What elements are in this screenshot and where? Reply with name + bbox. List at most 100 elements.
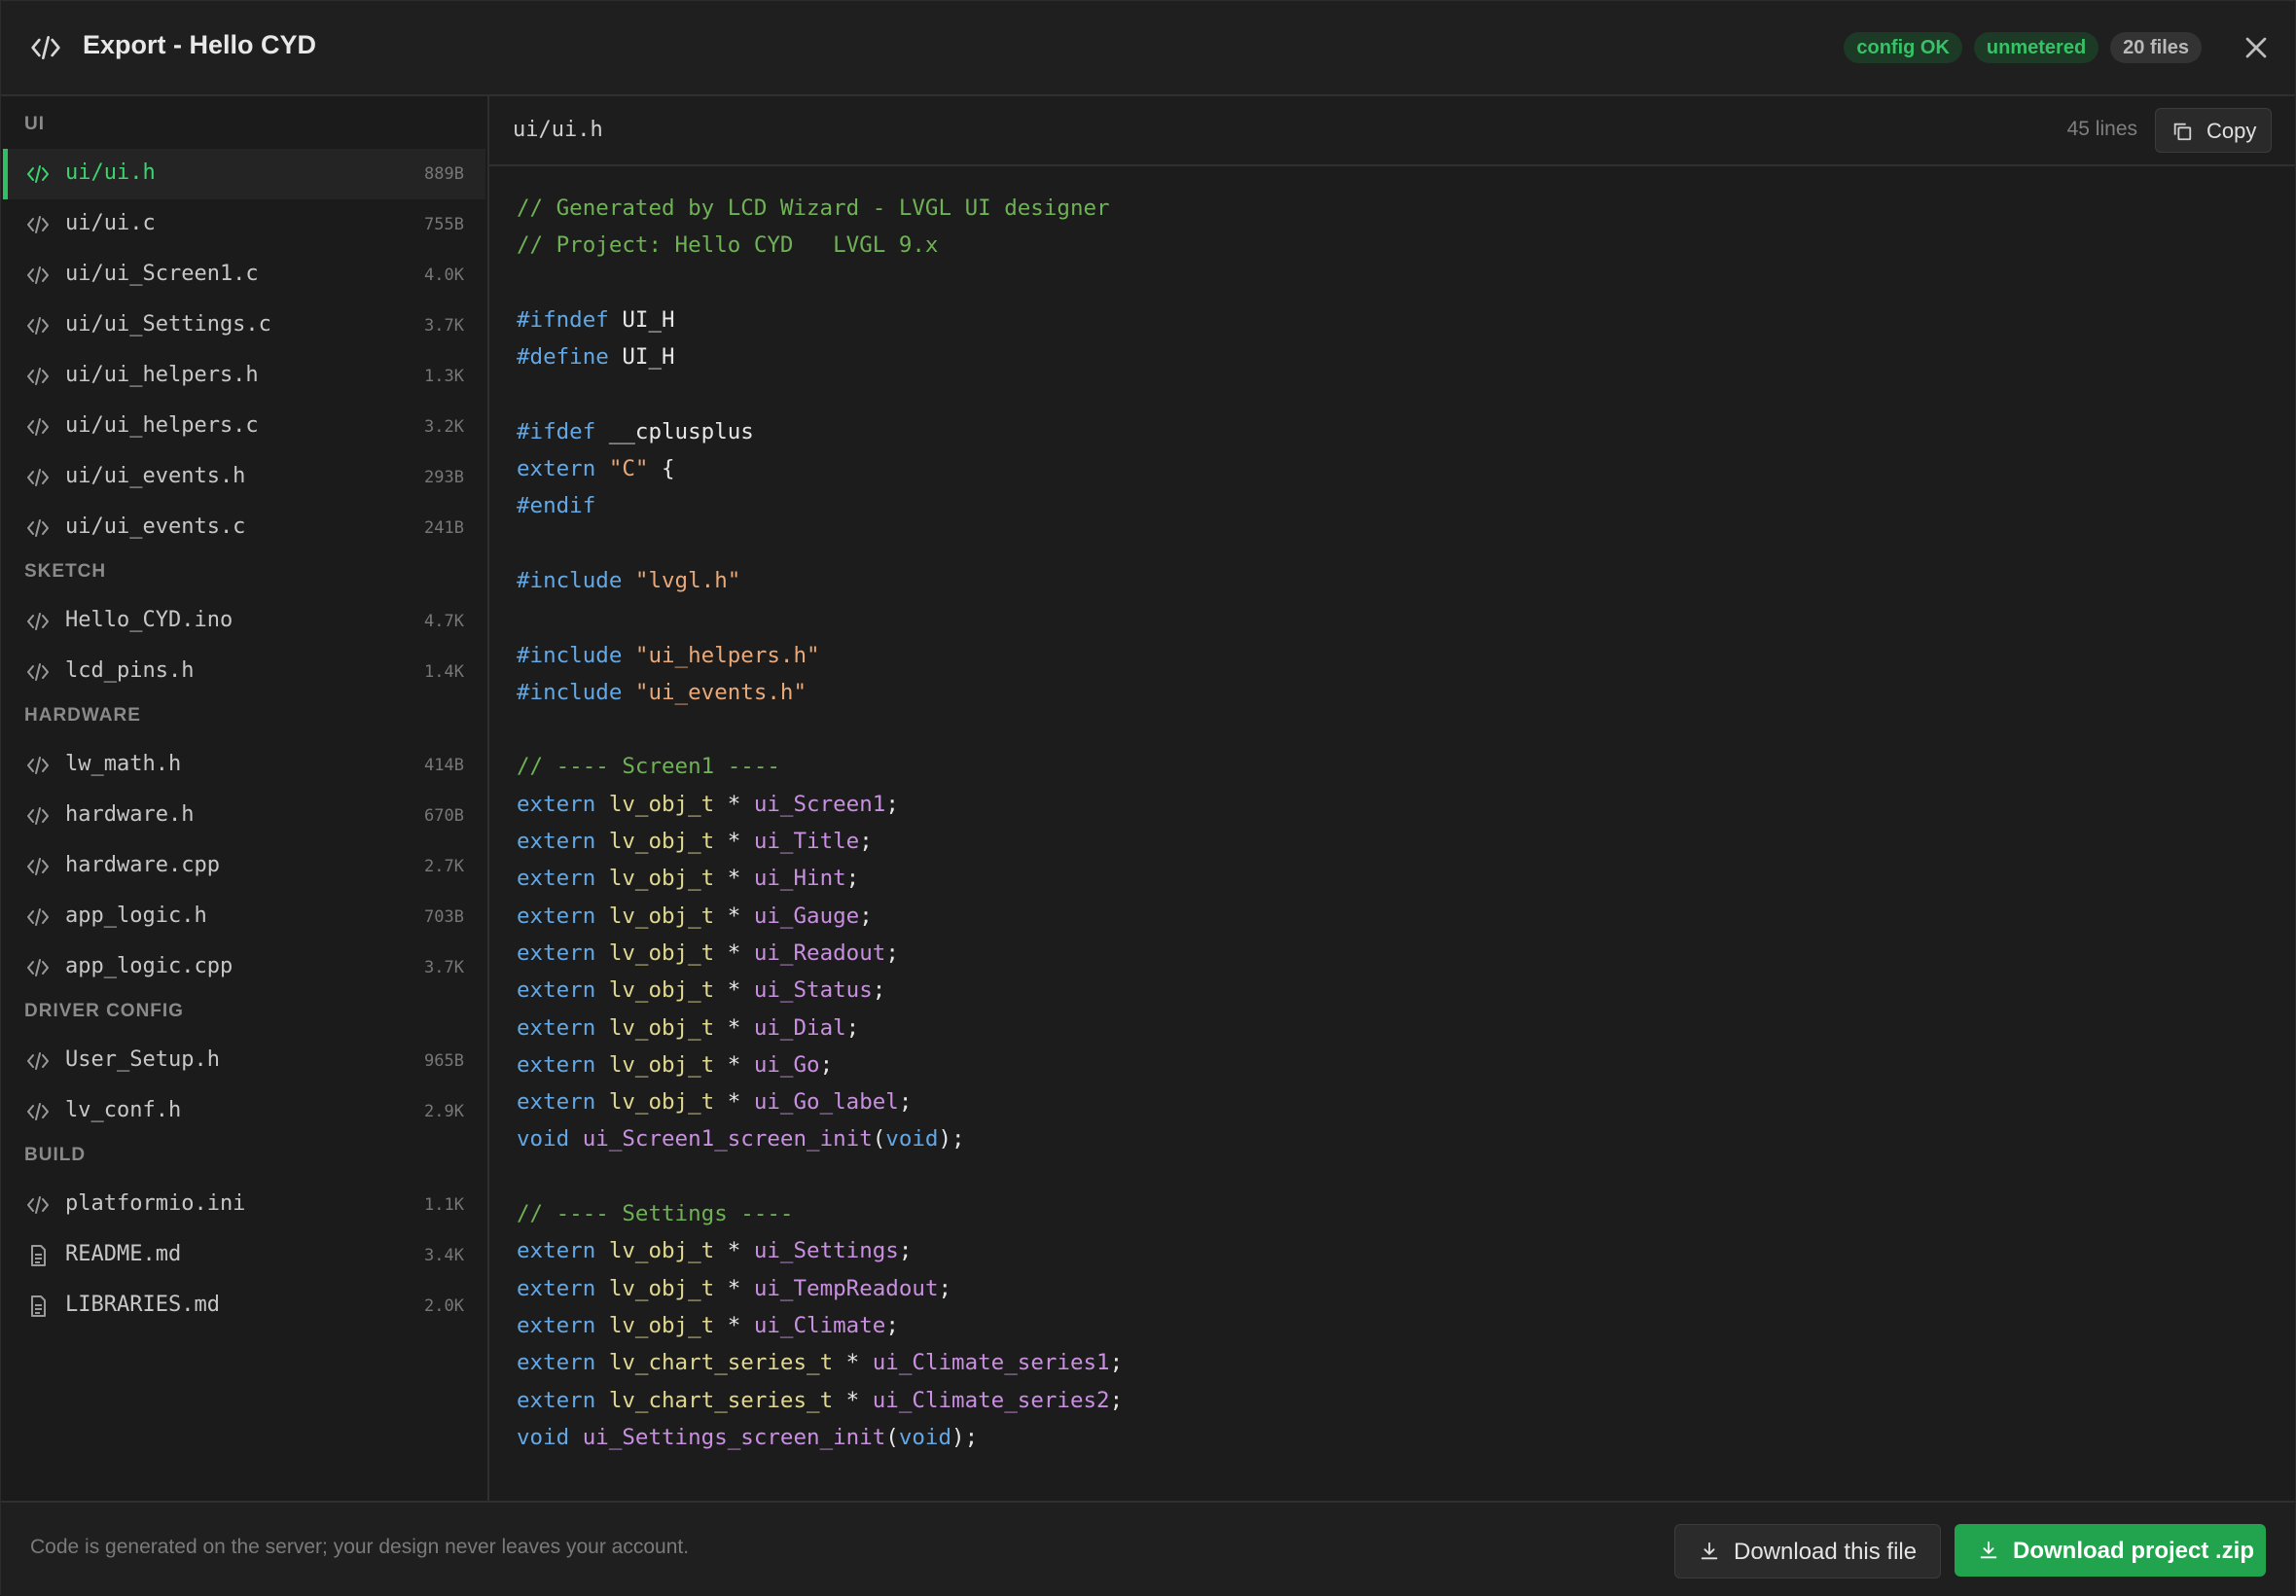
code-token: "C" xyxy=(608,456,649,482)
file-name: Hello_CYD.ino xyxy=(65,608,233,632)
sidebar-file-item[interactable]: ui/ui_Screen1.c 4.0K xyxy=(5,250,485,301)
file-count-badge: 20 files xyxy=(2110,32,2202,63)
sidebar-file-item[interactable]: hardware.cpp 2.7K xyxy=(5,841,485,892)
sidebar-file-item[interactable]: lw_math.h 414B xyxy=(5,740,485,791)
file-name: User_Setup.h xyxy=(65,1047,220,1072)
code-token: extern xyxy=(517,940,596,966)
code-token: * xyxy=(714,829,754,855)
code-token: ; xyxy=(898,1238,913,1264)
sidebar-file-item[interactable]: hardware.h 670B xyxy=(5,791,485,841)
sidebar-file-item[interactable]: Hello_CYD.ino 4.7K xyxy=(5,596,485,647)
sidebar-file-item[interactable]: ui/ui.h 889B xyxy=(3,149,485,199)
code-token: ; xyxy=(872,977,886,1004)
section-heading: BUILD xyxy=(24,1145,87,1165)
code-token: * xyxy=(714,791,754,817)
code-token: lv_obj_t xyxy=(608,1014,715,1041)
code-token: ; xyxy=(885,940,899,966)
sidebar-file-item[interactable]: ui/ui.c 755B xyxy=(5,199,485,250)
file-name: ui/ui_Settings.c xyxy=(65,312,271,337)
file-size: 2.7K xyxy=(424,857,464,876)
code-token: ( xyxy=(885,1424,899,1450)
code-line: #include "lvgl.h" xyxy=(517,562,1123,599)
code-line: #endif xyxy=(517,487,1123,524)
sidebar-file-item[interactable]: User_Setup.h 965B xyxy=(5,1036,485,1086)
sidebar-file-item[interactable]: platformio.ini 1.1K xyxy=(5,1180,485,1230)
sidebar-file-item[interactable]: ui/ui_Settings.c 3.7K xyxy=(5,301,485,351)
dialog-title: Export - Hello CYD xyxy=(83,30,317,59)
code-icon xyxy=(26,855,50,878)
code-token: extern xyxy=(517,866,596,892)
code-token: #include xyxy=(517,679,623,705)
download-file-button[interactable]: Download this file xyxy=(1674,1524,1941,1578)
file-name: ui/ui_helpers.c xyxy=(65,413,259,438)
code-token: __cplusplus xyxy=(595,418,754,444)
code-token: extern xyxy=(517,1312,596,1338)
code-line: extern lv_obj_t * ui_TempReadout; xyxy=(517,1270,1123,1307)
code-token: ); xyxy=(938,1126,965,1153)
sidebar-file-item[interactable]: README.md 3.4K xyxy=(5,1230,485,1281)
code-line: #define UI_H xyxy=(517,338,1123,375)
file-size: 3.7K xyxy=(424,958,464,977)
code-token: extern xyxy=(517,791,596,817)
sidebar-file-item[interactable]: LIBRARIES.md 2.0K xyxy=(5,1281,485,1331)
code-icon xyxy=(26,162,50,186)
code-line: extern lv_obj_t * ui_Status; xyxy=(517,972,1123,1009)
code-token: ; xyxy=(885,791,899,817)
code-line: #include "ui_events.h" xyxy=(517,674,1123,711)
code-token: ; xyxy=(859,829,873,855)
code-line: extern lv_obj_t * ui_Go_label; xyxy=(517,1083,1123,1120)
sidebar-file-item[interactable]: ui/ui_helpers.c 3.2K xyxy=(5,402,485,452)
code-token: extern xyxy=(517,1238,596,1264)
code-token: ; xyxy=(898,1089,913,1116)
file-size: 2.0K xyxy=(424,1296,464,1316)
code-token: #ifndef xyxy=(517,306,609,333)
sidebar-file-item[interactable]: lcd_pins.h 1.4K xyxy=(5,647,485,697)
code-line: extern lv_obj_t * ui_Climate; xyxy=(517,1307,1123,1344)
file-name: lw_math.h xyxy=(65,752,182,776)
section-heading: HARDWARE xyxy=(24,705,141,726)
code-token: UI_H xyxy=(608,344,675,371)
copy-button[interactable]: Copy xyxy=(2155,108,2272,153)
section-heading: UI xyxy=(24,114,45,134)
code-token: ui_Climate_series2 xyxy=(872,1387,1110,1413)
file-name: ui/ui.c xyxy=(65,211,156,235)
line-count: 45 lines xyxy=(2066,118,2137,140)
sidebar-file-item[interactable]: ui/ui_events.c 241B xyxy=(5,503,485,553)
code-line: extern lv_obj_t * ui_Go; xyxy=(517,1046,1123,1083)
status-badges: config OK unmetered 20 files xyxy=(1844,32,2202,63)
code-token: // ---- Settings ---- xyxy=(517,1201,794,1227)
code-token: extern xyxy=(517,1387,596,1413)
close-icon[interactable] xyxy=(2239,30,2274,65)
code-view[interactable]: // Generated by LCD Wizard - LVGL UI des… xyxy=(517,190,1123,1456)
code-icon xyxy=(26,466,50,489)
code-token: ui_Status xyxy=(753,977,873,1004)
code-token: void xyxy=(517,1424,570,1450)
download-zip-label: Download project .zip xyxy=(2013,1538,2255,1564)
code-line: // ---- Screen1 ---- xyxy=(517,748,1123,785)
sidebar-file-item[interactable]: ui/ui_events.h 293B xyxy=(5,452,485,503)
code-token: ui_Readout xyxy=(753,940,886,966)
file-path: ui/ui.h xyxy=(513,118,603,142)
file-size: 241B xyxy=(424,518,464,538)
document-icon xyxy=(26,1244,50,1267)
sidebar-file-item[interactable]: ui/ui_helpers.h 1.3K xyxy=(5,351,485,402)
download-zip-button[interactable]: Download project .zip xyxy=(1955,1524,2266,1577)
section-heading: DRIVER CONFIG xyxy=(24,1001,184,1021)
file-name: lcd_pins.h xyxy=(65,658,195,683)
sidebar-file-item[interactable]: app_logic.cpp 3.7K xyxy=(5,942,485,993)
sidebar-file-item[interactable]: lv_conf.h 2.9K xyxy=(5,1086,485,1137)
code-token: extern xyxy=(517,977,596,1004)
section-heading: SKETCH xyxy=(24,561,107,582)
dialog-footer: Code is generated on the server; your de… xyxy=(1,1501,2295,1596)
code-token: ui_Screen1_screen_init xyxy=(582,1126,873,1153)
sidebar-file-item[interactable]: app_logic.h 703B xyxy=(5,892,485,942)
code-token: ui_Climate_series1 xyxy=(872,1350,1110,1376)
